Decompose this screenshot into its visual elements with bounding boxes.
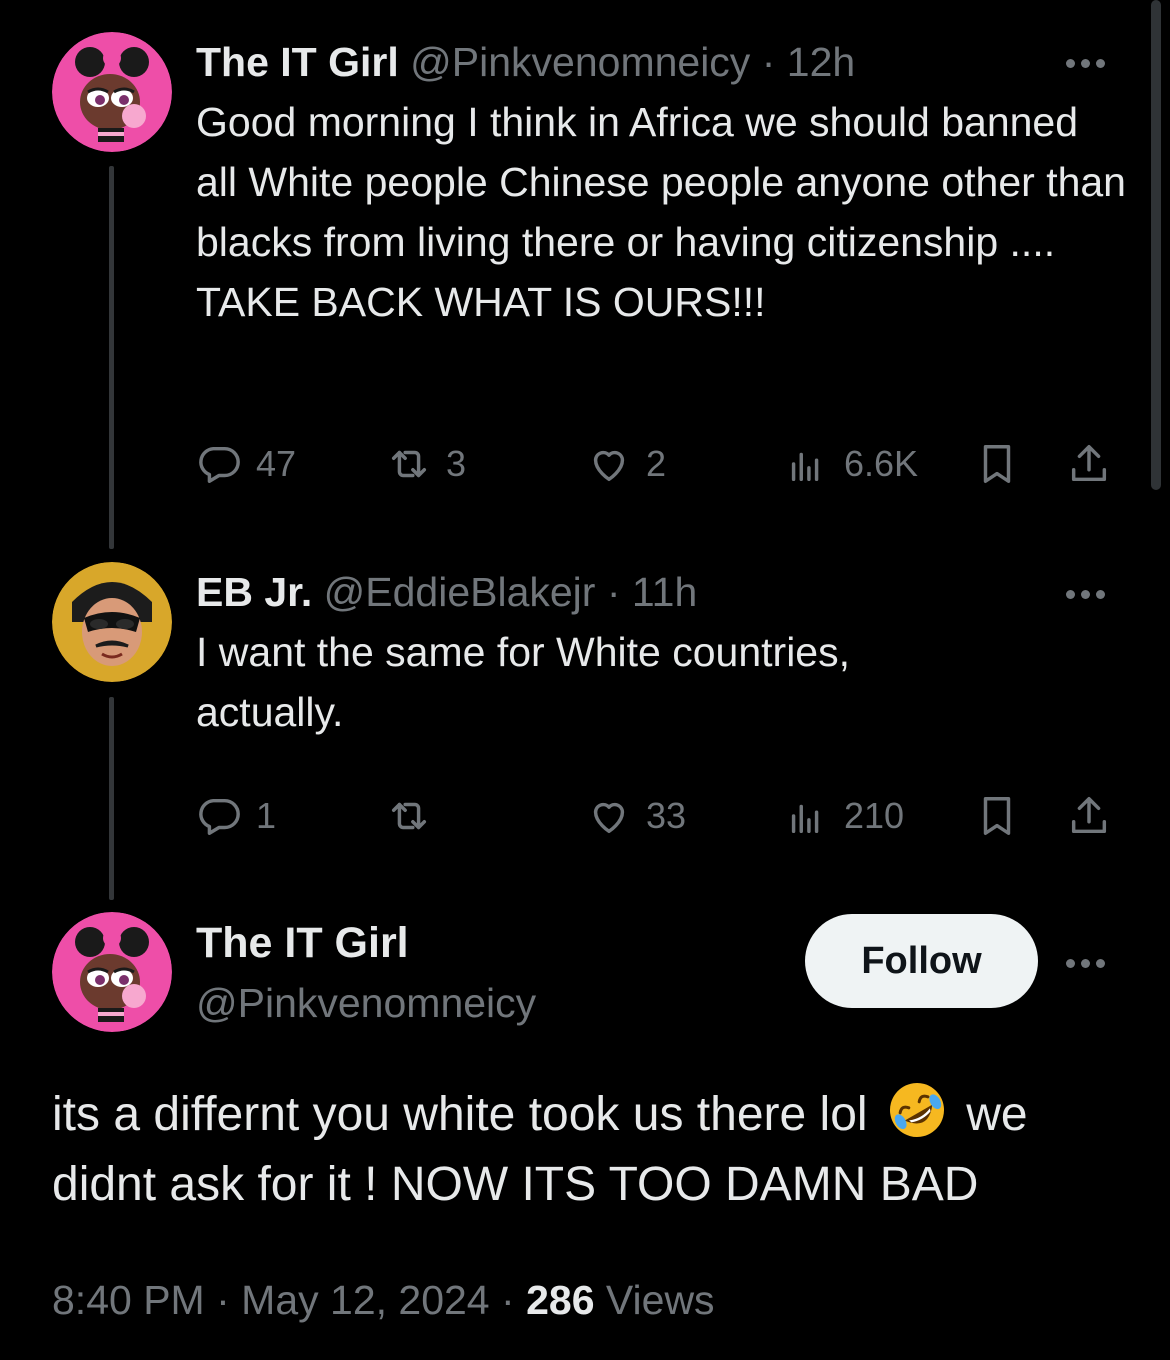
share-icon <box>1071 797 1107 834</box>
tweet-actions: 1 33 210 <box>196 786 1116 846</box>
repost-button[interactable]: 3 <box>386 434 466 494</box>
author-name[interactable]: The IT Girl <box>196 39 399 85</box>
author-handle[interactable]: @Pinkvenomneicy <box>410 39 750 85</box>
views-button[interactable]: 6.6K <box>784 434 918 494</box>
bookmark-button[interactable] <box>974 434 1020 494</box>
share-button[interactable] <box>1066 786 1112 846</box>
heart-icon <box>593 802 625 834</box>
avatar[interactable] <box>52 32 172 152</box>
separator: · <box>216 1277 230 1323</box>
heart-icon <box>593 450 625 482</box>
reply-button[interactable]: 1 <box>196 786 276 846</box>
thread-connector-line <box>109 697 114 900</box>
separator: · <box>606 569 621 615</box>
tweet-header: The IT Girl @Pinkvenomneicy · 12h Good m… <box>196 34 1126 332</box>
reply-count: 1 <box>256 795 277 836</box>
views-button[interactable]: 210 <box>784 786 904 846</box>
bookmark-icon <box>983 797 1011 835</box>
rolling-on-floor-laughing-emoji-icon <box>889 1083 944 1137</box>
timestamp[interactable]: 12h <box>787 39 855 85</box>
cartoon-girl-avatar-icon <box>52 32 172 152</box>
reply-count: 47 <box>256 443 297 484</box>
views-chart-icon <box>791 804 819 834</box>
separator: · <box>501 1277 515 1323</box>
tweet-thread-page: The IT Girl @Pinkvenomneicy · 12h Good m… <box>0 0 1170 1360</box>
bookmark-icon <box>983 445 1011 483</box>
thread-connector-line <box>109 166 114 549</box>
like-count: 33 <box>646 795 687 836</box>
author-name[interactable]: EB Jr. <box>196 569 312 615</box>
tweet-text: I want the same for White countries, act… <box>196 629 850 735</box>
repost-icon <box>391 802 427 830</box>
main-tweet-text: its a differnt you white took us there l… <box>52 1080 1132 1220</box>
views-label: Views <box>605 1277 715 1323</box>
reply-icon <box>199 446 240 483</box>
tweet-text: Good morning I think in Africa we should… <box>196 99 1126 325</box>
like-button[interactable]: 33 <box>586 786 686 846</box>
views-count: 210 <box>844 795 905 836</box>
tweet-date[interactable]: May 12, 2024 <box>241 1277 489 1323</box>
cartoon-girl-avatar-icon <box>52 912 172 1032</box>
share-button[interactable] <box>1066 434 1112 494</box>
like-button[interactable]: 2 <box>586 434 666 494</box>
views-count: 6.6K <box>844 443 919 484</box>
tweet-header: EB Jr. @EddieBlakejr · 11h I want the sa… <box>196 564 1126 742</box>
scrollbar[interactable] <box>1151 0 1161 490</box>
bookmark-button[interactable] <box>974 786 1020 846</box>
follow-button[interactable]: Follow <box>805 914 1038 1008</box>
tweet-time[interactable]: 8:40 PM <box>52 1277 205 1323</box>
repost-button[interactable] <box>386 786 446 846</box>
author-handle[interactable]: @EddieBlakejr <box>324 569 596 615</box>
share-icon <box>1071 445 1107 482</box>
more-options-icon[interactable] <box>1066 956 1112 970</box>
more-options-icon[interactable] <box>1066 56 1112 70</box>
views-chart-icon <box>791 452 819 482</box>
separator: · <box>761 39 776 85</box>
author-name[interactable]: The IT Girl <box>196 915 409 971</box>
avatar[interactable] <box>52 562 172 682</box>
like-count: 2 <box>646 443 667 484</box>
main-tweet-text-part1: its a differnt you white took us there l… <box>52 1088 868 1141</box>
reply-button[interactable]: 47 <box>196 434 296 494</box>
tweet-metadata: 8:40 PM · May 12, 2024 · 286 Views <box>52 1272 715 1328</box>
views-total: 286 <box>526 1277 595 1323</box>
timestamp[interactable]: 11h <box>632 569 697 615</box>
tweet-actions: 47 3 2 6.6K <box>196 434 1116 494</box>
repost-icon <box>391 450 427 478</box>
author-handle[interactable]: @Pinkvenomneicy <box>196 975 536 1031</box>
avatar[interactable] <box>52 912 172 1032</box>
more-options-icon[interactable] <box>1066 587 1112 601</box>
repost-count: 3 <box>446 443 467 484</box>
reply-icon <box>199 798 240 835</box>
masked-man-avatar-icon <box>52 562 172 682</box>
